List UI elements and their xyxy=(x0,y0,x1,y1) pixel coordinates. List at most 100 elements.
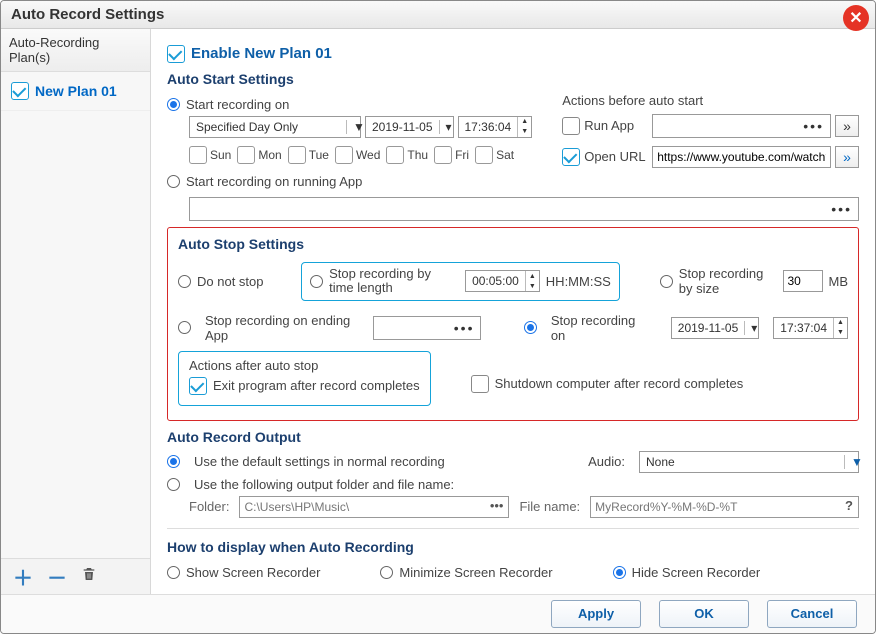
run-app-checkbox[interactable] xyxy=(562,117,580,135)
output-row-3: Folder: ••• File name: ? xyxy=(167,496,859,518)
day-sun-checkbox[interactable] xyxy=(189,146,207,164)
display-hide-radio[interactable] xyxy=(613,566,626,579)
stop-by-length-radio[interactable] xyxy=(310,275,323,288)
output-row-1: Use the default settings in normal recor… xyxy=(167,451,859,473)
day-tue-checkbox[interactable] xyxy=(288,146,306,164)
display-hide-label: Hide Screen Recorder xyxy=(632,565,761,580)
stop-on-time-radio[interactable] xyxy=(524,321,537,334)
spinner-arrows: ▲▼ xyxy=(517,117,531,137)
add-plan-button[interactable]: ＋ xyxy=(13,562,33,591)
stop-date-input[interactable]: 2019-11-05 ▾ xyxy=(671,317,760,339)
stop-row-1: Do not stop Stop recording by time lengt… xyxy=(178,258,848,305)
folder-input[interactable] xyxy=(239,496,509,518)
window-body: Auto-Recording Plan(s) New Plan 01 ＋ － E… xyxy=(1,29,875,594)
auto-stop-section: Auto Stop Settings Do not stop Stop reco… xyxy=(167,227,859,421)
run-app-row: Run App ••• » xyxy=(562,114,859,138)
folder-label: Folder: xyxy=(189,499,229,514)
day-fri-checkbox[interactable] xyxy=(434,146,452,164)
remove-plan-button[interactable]: － xyxy=(47,562,67,591)
output-title: Auto Record Output xyxy=(167,429,859,445)
audio-select[interactable]: None ▼ xyxy=(639,451,859,473)
start-on-app-radio[interactable] xyxy=(167,175,180,188)
window-title: Auto Record Settings xyxy=(11,6,164,23)
start-on-app-row: Start recording on running App xyxy=(167,174,532,189)
filename-input[interactable] xyxy=(590,496,859,518)
trash-icon xyxy=(81,566,97,582)
day-sat-checkbox[interactable] xyxy=(475,146,493,164)
actions-before-title: Actions before auto start xyxy=(562,93,859,108)
stop-on-ending-app-radio[interactable] xyxy=(178,321,191,334)
stop-time-input[interactable]: 17:37:04 ▲▼ xyxy=(773,317,848,339)
use-custom-label: Use the following output folder and file… xyxy=(194,477,454,492)
sidebar-item-plan[interactable]: New Plan 01 xyxy=(1,72,150,111)
open-url-checkbox[interactable] xyxy=(562,148,580,166)
stop-by-size-radio[interactable] xyxy=(660,275,673,288)
stop-by-size-label: Stop recording by size xyxy=(679,266,777,296)
schedule-select[interactable]: Specified Day Only ▼ xyxy=(189,116,361,138)
cancel-button[interactable]: Cancel xyxy=(767,600,857,628)
actions-after-group: Actions after auto stop Exit program aft… xyxy=(178,351,431,406)
day-thu-checkbox[interactable] xyxy=(386,146,404,164)
display-title: How to display when Auto Recording xyxy=(167,539,859,555)
auto-start-title: Auto Start Settings xyxy=(167,71,859,87)
close-icon: ✕ xyxy=(849,8,862,28)
filename-help-button[interactable]: ? xyxy=(845,498,853,513)
day-mon-checkbox[interactable] xyxy=(237,146,255,164)
open-url-input[interactable] xyxy=(652,146,831,168)
delete-plan-button[interactable] xyxy=(81,565,97,588)
stop-by-size-group: Stop recording by size MB xyxy=(660,266,848,296)
stop-by-length-label: Stop recording by time length xyxy=(329,267,459,296)
enable-plan-label: Enable New Plan 01 xyxy=(191,45,332,62)
shutdown-after-checkbox[interactable] xyxy=(471,375,489,393)
exit-after-label: Exit program after record completes xyxy=(213,378,420,393)
filename-label: File name: xyxy=(519,499,580,514)
display-show-radio[interactable] xyxy=(167,566,180,579)
audio-label: Audio: xyxy=(588,454,625,469)
day-wed-checkbox[interactable] xyxy=(335,146,353,164)
display-minimize-radio[interactable] xyxy=(380,566,393,579)
stop-on-ending-app-label: Stop recording on ending App xyxy=(205,313,359,343)
auto-start-right: Actions before auto start Run App ••• » … xyxy=(562,93,859,193)
start-on-radio[interactable] xyxy=(167,98,180,111)
stop-length-input[interactable]: 00:05:00 ▲▼ xyxy=(465,270,540,292)
ok-button[interactable]: OK xyxy=(659,600,749,628)
close-button[interactable]: ✕ xyxy=(843,5,869,31)
start-date-input[interactable]: 2019-11-05 ▾ xyxy=(365,116,454,138)
chevron-down-icon: ▾ xyxy=(439,120,453,134)
do-not-stop-radio[interactable] xyxy=(178,275,191,288)
open-url-go-button[interactable]: » xyxy=(835,146,859,168)
exit-after-checkbox[interactable] xyxy=(189,377,207,395)
start-on-app-label: Start recording on running App xyxy=(186,174,362,189)
apply-button[interactable]: Apply xyxy=(551,600,641,628)
actions-after-row: Actions after auto stop Exit program aft… xyxy=(178,351,848,406)
run-app-path-input[interactable]: ••• xyxy=(652,114,831,138)
stop-length-suffix: HH:MM:SS xyxy=(546,274,611,289)
start-on-label: Start recording on xyxy=(186,97,289,112)
shutdown-after-label: Shutdown computer after record completes xyxy=(495,376,744,391)
start-schedule-row: Specified Day Only ▼ 2019-11-05 ▾ 17:36:… xyxy=(167,116,532,138)
folder-browse-icon[interactable]: ••• xyxy=(490,498,504,513)
run-app-go-button[interactable]: » xyxy=(835,115,859,137)
auto-start-columns: Start recording on Specified Day Only ▼ … xyxy=(167,93,859,193)
start-on-row: Start recording on xyxy=(167,97,532,112)
sidebar-spacer xyxy=(1,111,150,558)
chevron-down-icon: ▼ xyxy=(844,455,858,469)
start-time-input[interactable]: 17:36:04 ▲▼ xyxy=(458,116,533,138)
open-url-row: Open URL » xyxy=(562,146,859,168)
use-custom-radio[interactable] xyxy=(167,478,180,491)
running-app-input[interactable]: ••• xyxy=(189,197,859,221)
footer: Apply OK Cancel xyxy=(1,594,875,633)
enable-plan-checkbox[interactable] xyxy=(167,45,185,63)
chevron-down-icon: ▾ xyxy=(744,321,758,335)
ending-app-input[interactable]: ••• xyxy=(373,316,482,340)
sidebar-footer: ＋ － xyxy=(1,558,150,594)
enable-plan-row: Enable New Plan 01 xyxy=(167,45,859,63)
days-row: Sun Mon Tue Wed Thu Fri Sat xyxy=(167,146,532,164)
stop-size-unit: MB xyxy=(829,274,849,289)
sidebar: Auto-Recording Plan(s) New Plan 01 ＋ － xyxy=(1,29,151,594)
auto-stop-title: Auto Stop Settings xyxy=(178,236,848,252)
do-not-stop-label: Do not stop xyxy=(197,274,264,289)
use-default-radio[interactable] xyxy=(167,455,180,468)
stop-size-input[interactable] xyxy=(783,270,823,292)
display-minimize-label: Minimize Screen Recorder xyxy=(399,565,552,580)
